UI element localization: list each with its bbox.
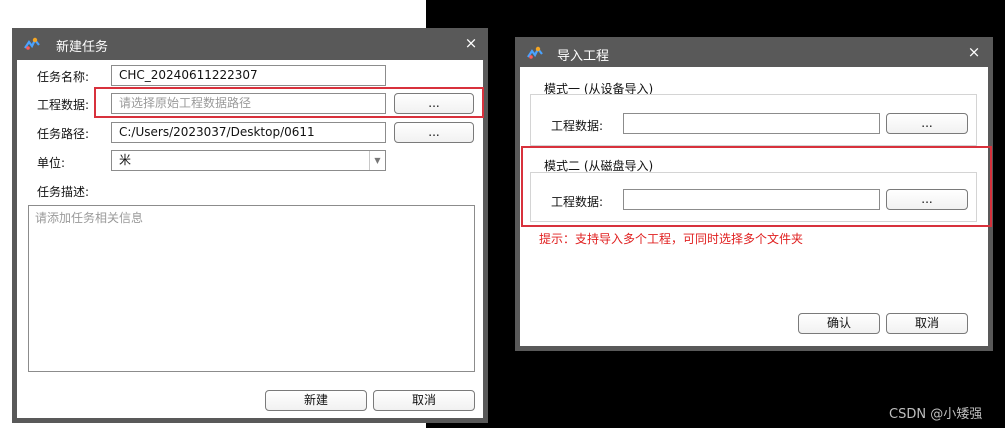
mode1-project-data-input[interactable] (623, 113, 880, 134)
close-icon[interactable]: × (462, 34, 480, 52)
mode2-project-data-input[interactable] (623, 189, 880, 210)
description-textarea[interactable]: 请添加任务相关信息 (28, 205, 475, 372)
mode2-browse-button[interactable]: ... (886, 189, 968, 210)
task-name-label: 任务名称: (37, 70, 90, 84)
unit-select[interactable]: 米 ▼ (111, 150, 386, 171)
task-name-input[interactable]: CHC_20240611222307 (111, 65, 386, 86)
watermark: CSDN @小矮强 (889, 407, 983, 422)
import-tip-text: 提示：支持导入多个工程，可同时选择多个文件夹 (539, 232, 804, 246)
new-task-titlebar[interactable]: 新建任务 × (12, 28, 488, 58)
import-cancel-button[interactable]: 取消 (886, 313, 968, 334)
mode1-project-data-label: 工程数据: (551, 119, 604, 133)
import-project-titlebar[interactable]: 导入工程 × (515, 37, 993, 67)
import-project-title: 导入工程 (557, 49, 610, 64)
project-data-label: 工程数据: (37, 98, 90, 112)
unit-selected-value: 米 (119, 153, 132, 167)
app-logo-icon (24, 37, 40, 50)
cancel-button[interactable]: 取消 (373, 390, 475, 411)
task-path-browse-button[interactable]: ... (394, 122, 474, 143)
unit-label: 单位: (37, 156, 66, 170)
new-task-title: 新建任务 (56, 40, 109, 55)
mode2-project-data-label: 工程数据: (551, 195, 604, 209)
close-icon[interactable]: × (965, 43, 983, 61)
highlight-project-data (94, 87, 484, 118)
app-logo-icon (527, 46, 543, 59)
confirm-button[interactable]: 确认 (798, 313, 880, 334)
task-path-label: 任务路径: (37, 127, 90, 141)
mode1-browse-button[interactable]: ... (886, 113, 968, 134)
chevron-down-icon[interactable]: ▼ (369, 151, 385, 170)
task-path-input[interactable]: C:/Users/2023037/Desktop/0611 (111, 122, 386, 143)
description-label: 任务描述: (37, 185, 90, 199)
create-button[interactable]: 新建 (265, 390, 367, 411)
